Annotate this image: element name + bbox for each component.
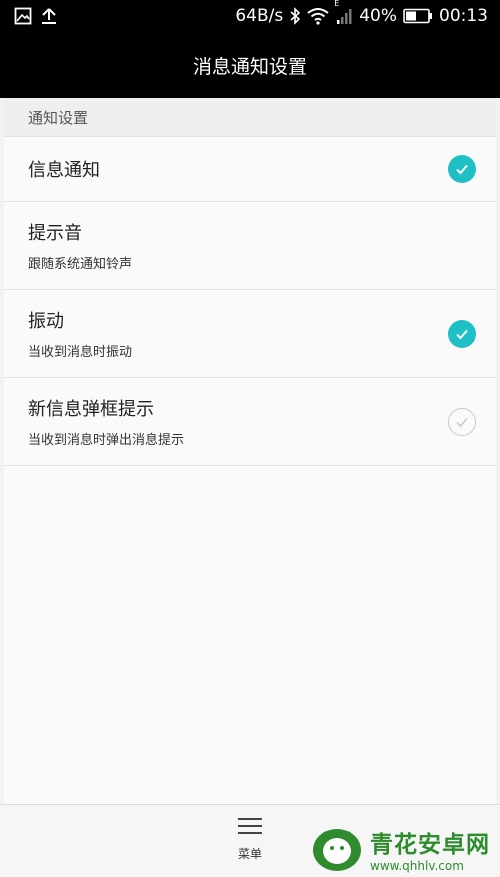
setting-vibration[interactable]: 振动 当收到消息时振动 [4,290,496,378]
watermark-url: www.qhhlv.com [370,859,464,873]
title-bar: 消息通知设置 [0,32,500,98]
screenshot-icon [14,7,32,25]
setting-message-notification[interactable]: 信息通知 [4,137,496,202]
upload-icon [40,7,58,25]
section-header: 通知设置 [4,98,496,137]
setting-title: 提示音 [28,223,82,244]
signal-icon: E [334,0,353,25]
setting-subtitle: 当收到消息时弹出消息提示 [28,433,185,448]
menu-icon [237,815,263,837]
section-header-label: 通知设置 [28,108,89,127]
checkbox-unchecked-icon[interactable] [448,407,476,436]
battery-percent: 40% [359,6,397,26]
menu-label: 菜单 [237,847,262,861]
clock: 00:13 [439,6,488,26]
checkbox-checked-icon[interactable] [448,155,476,183]
setting-notification-sound[interactable]: 提示音 跟随系统通知铃声 [4,202,496,290]
setting-popup-alert[interactable]: 新信息弹框提示 当收到消息时弹出消息提示 [4,378,496,466]
battery-icon [403,8,433,24]
settings-list: 通知设置 信息通知 提示音 跟随系统通知铃声 振动 当收到消息时振动 新信息弹框… [4,98,496,804]
setting-subtitle: 当收到消息时振动 [28,345,133,360]
checkbox-checked-icon[interactable] [448,319,476,348]
watermark: 青花安卓网 www.qhhlv.com [310,822,496,876]
page-title: 消息通知设置 [192,55,307,78]
status-bar: 64B/s E 40% 00:13 [0,0,500,32]
setting-title: 信息通知 [28,160,100,181]
watermark-name: 青花安卓网 [370,832,490,858]
setting-subtitle: 跟随系统通知铃声 [28,257,133,272]
net-speed: 64B/s [235,6,284,26]
signal-letter: E [334,0,340,8]
bluetooth-icon [289,7,301,25]
watermark-logo-icon [310,824,364,874]
menu-button[interactable]: 菜单 [220,815,280,873]
setting-title: 振动 [28,311,64,332]
wifi-icon [307,7,329,25]
setting-title: 新信息弹框提示 [28,399,154,420]
